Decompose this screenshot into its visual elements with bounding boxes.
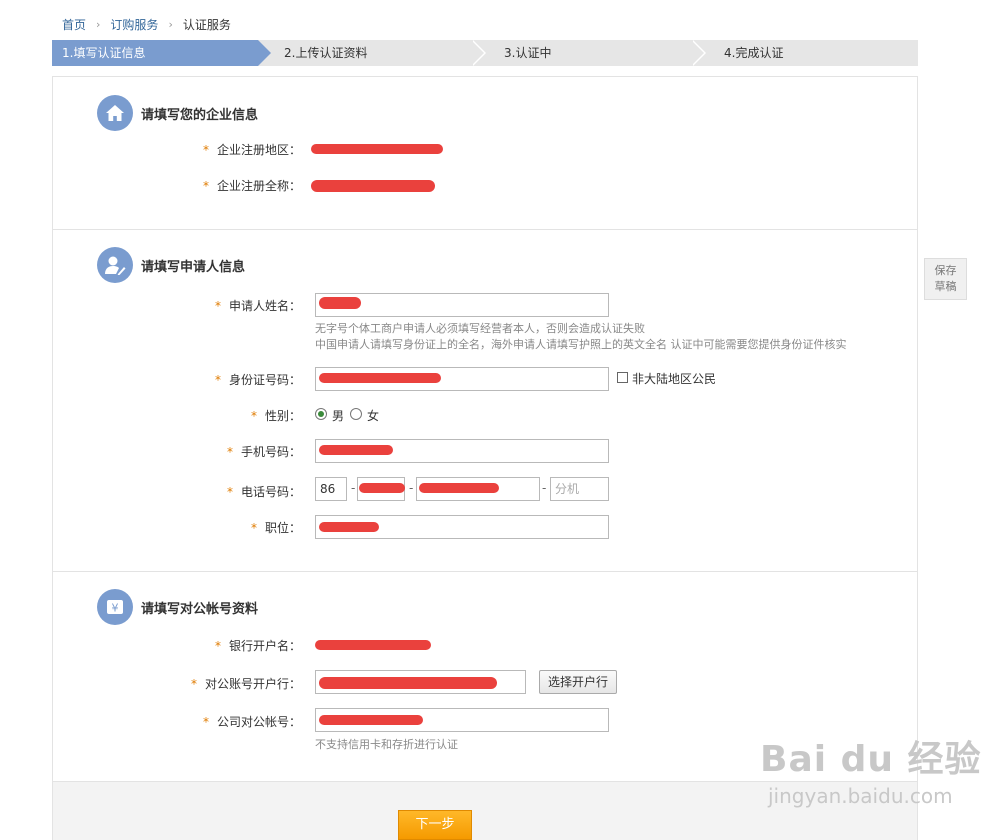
required-mark: * (214, 639, 221, 653)
section-account-header: ¥ 请填写对公帐号资料 (97, 589, 258, 625)
next-step-button[interactable]: 下一步 (398, 810, 472, 840)
section-divider (53, 229, 917, 230)
phone-separator: - (351, 481, 356, 495)
redacted-value (319, 373, 441, 383)
phone-label: * 电话号码： (101, 483, 301, 500)
phone-extension-input[interactable]: 分机 (550, 477, 609, 501)
step-verifying: 3.认证中 (504, 46, 552, 60)
step-fill-info: 1.填写认证信息 (52, 40, 271, 66)
non-mainland-checkbox[interactable] (617, 372, 628, 383)
redacted-value (315, 640, 431, 650)
applicant-name-hint-2: 中国申请人请填写身份证上的全名，海外申请人请填写护照上的英文全名 认证中可能需要… (315, 338, 847, 351)
bank-branch-label-text: 对公账号开户行： (204, 677, 301, 691)
account-holder-label: * 银行开户名： (101, 637, 301, 654)
position-label: * 职位： (101, 519, 301, 536)
required-mark: * (202, 715, 209, 729)
house-icon (97, 95, 133, 131)
redacted-value (419, 483, 499, 493)
id-number-label-text: 身份证号码： (228, 373, 301, 387)
redacted-value (319, 522, 379, 532)
breadcrumb-order-link[interactable]: 订购服务 (110, 16, 158, 33)
section-applicant-title: 请填写申请人信息 (141, 259, 246, 275)
redacted-value (319, 445, 393, 455)
verification-form: 请填写您的企业信息 * 企业注册地区： * 企业注册全称： 请填写申请人信息 * 申请… (52, 76, 918, 840)
bank-branch-label: * 对公账号开户行： (101, 675, 301, 692)
redacted-value (319, 677, 497, 689)
save-draft-line-2: 草稿 (934, 280, 957, 293)
required-mark: * (214, 299, 221, 313)
required-mark: * (202, 178, 209, 193)
applicant-name-label-text: 申请人姓名： (228, 299, 301, 313)
step-upload: 2.上传认证资料 (284, 46, 368, 60)
redacted-value (319, 297, 361, 309)
company-fullname-label-text: 企业注册全称： (216, 178, 301, 193)
save-draft-line-1: 保存 (934, 264, 957, 277)
step-complete: 4.完成认证 (724, 46, 784, 60)
redacted-value (311, 180, 435, 192)
account-number-label: * 公司对公帐号： (101, 713, 301, 730)
chevron-right-icon: › (168, 17, 173, 31)
company-region-label-text: 企业注册地区： (216, 142, 301, 157)
id-number-label: * 身份证号码： (101, 371, 301, 388)
step-separator (691, 40, 706, 66)
choose-bank-button[interactable]: 选择开户行 (539, 670, 617, 694)
gender-male-label: 男 (332, 409, 345, 423)
gender-label: * 性别： (101, 407, 301, 424)
save-draft-button[interactable]: 保存 草稿 (924, 258, 967, 300)
required-mark: * (226, 445, 233, 459)
redacted-value (319, 715, 423, 725)
section-company-title: 请填写您的企业信息 (141, 107, 259, 123)
phone-label-text: 电话号码： (240, 485, 301, 499)
gender-female-radio[interactable] (350, 408, 362, 420)
phone-country-code-input[interactable]: 86 (315, 477, 347, 501)
gender-label-text: 性别： (264, 409, 301, 423)
breadcrumb: 首页 › 订购服务 › 认证服务 (62, 16, 231, 32)
chevron-right-icon: › (96, 17, 101, 31)
redacted-value (311, 144, 443, 154)
watermark-logo: Bai du 经验 (760, 739, 982, 780)
position-label-text: 职位： (264, 521, 301, 535)
non-mainland-label: 非大陆地区公民 (632, 372, 717, 386)
required-mark: * (214, 373, 221, 387)
account-number-hint: 不支持信用卡和存折进行认证 (315, 738, 458, 751)
required-mark: * (202, 142, 209, 157)
svg-text:¥: ¥ (112, 602, 119, 615)
section-company-header: 请填写您的企业信息 (97, 95, 258, 131)
breadcrumb-home-link[interactable]: 首页 (62, 16, 86, 33)
breadcrumb-current: 认证服务 (182, 17, 231, 32)
applicant-name-hint-1: 无字号个体工商户申请人必须填写经营者本人，否则会造成认证失败 (315, 322, 645, 335)
gender-male-radio[interactable] (315, 408, 327, 420)
yen-card-icon: ¥ (97, 589, 133, 625)
step-separator (471, 40, 486, 66)
company-region-label: * 企业注册地区： (101, 141, 301, 158)
required-mark: * (250, 409, 257, 423)
phone-separator: - (542, 481, 547, 495)
redacted-value (359, 483, 405, 493)
required-mark: * (190, 677, 197, 691)
gender-female-label: 女 (367, 409, 380, 423)
baidu-jingyan-watermark: Bai du 经验 jingyan.baidu.com (760, 730, 982, 808)
mobile-label: * 手机号码： (101, 443, 301, 460)
section-account-title: 请填写对公帐号资料 (141, 601, 259, 617)
user-edit-icon (97, 247, 133, 283)
applicant-name-label: * 申请人姓名： (101, 297, 301, 314)
account-number-label-text: 公司对公帐号： (216, 715, 301, 729)
section-divider (53, 571, 917, 572)
watermark-url: jingyan.baidu.com (768, 784, 953, 808)
section-applicant-header: 请填写申请人信息 (97, 247, 245, 283)
mobile-label-text: 手机号码： (240, 445, 301, 459)
account-holder-label-text: 银行开户名： (228, 639, 301, 653)
required-mark: * (250, 521, 257, 535)
company-fullname-label: * 企业注册全称： (101, 177, 301, 194)
required-mark: * (226, 485, 233, 499)
progress-steps: 1.填写认证信息 2.上传认证资料 3.认证中 4.完成认证 (52, 40, 918, 66)
phone-separator: - (409, 481, 414, 495)
